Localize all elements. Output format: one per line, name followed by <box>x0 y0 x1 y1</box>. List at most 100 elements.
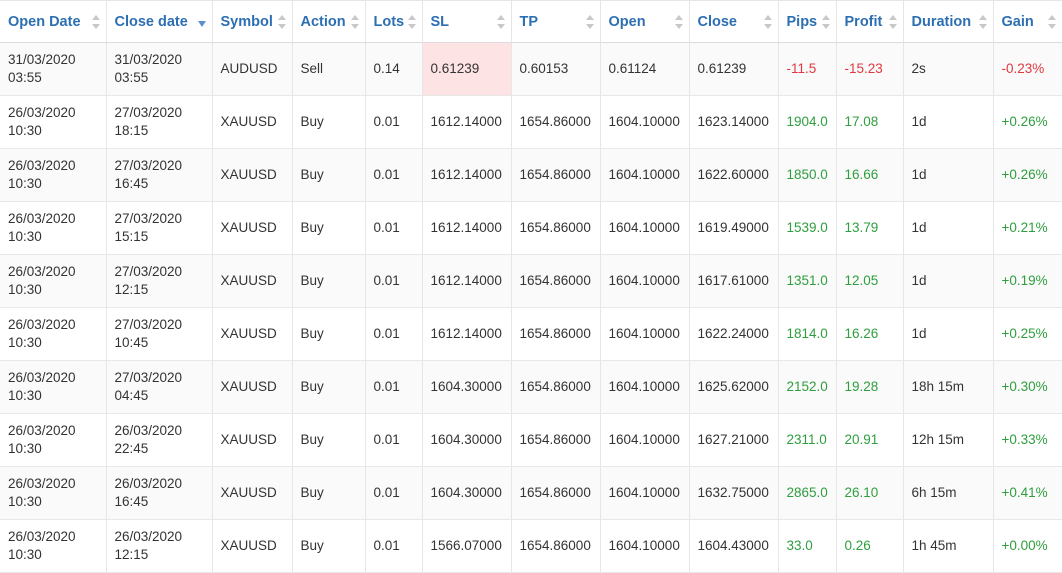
time-value: 10:30 <box>8 441 42 456</box>
pips-cell: 1814.0 <box>778 307 837 361</box>
sort-icon <box>763 14 772 29</box>
column-header-label: TP <box>519 13 539 30</box>
sort-icon <box>91 14 100 29</box>
profit-cell: 16.26 <box>836 307 904 361</box>
sl-cell: 1612.14000 <box>422 254 512 308</box>
open-price-cell: 1604.10000 <box>600 307 690 361</box>
profit-cell: 19.28 <box>836 360 904 414</box>
duration-cell: 1d <box>903 254 994 308</box>
symbol-cell: XAUUSD <box>212 201 293 255</box>
close-price-cell: 1617.61000 <box>689 254 779 308</box>
open-price-cell: 1604.10000 <box>600 466 690 520</box>
open-date-cell: 26/03/2020 10:30 <box>0 307 107 361</box>
date-value: 27/03/2020 <box>114 211 183 226</box>
table-row: 26/03/2020 10:30 27/03/2020 04:45 XAUUSD Buy 0… <box>0 360 1062 414</box>
date-value: 27/03/2020 <box>114 370 183 385</box>
close-price-cell: 1623.14000 <box>689 95 779 149</box>
duration-cell: 1d <box>903 148 994 202</box>
column-header-duration[interactable]: Duration <box>903 0 994 43</box>
trade-history-table: Open Date Close date Symbol Action Lots SL TP O… <box>0 0 1062 573</box>
symbol-cell: XAUUSD <box>212 360 293 414</box>
profit-cell: 17.08 <box>836 95 904 149</box>
column-header-label: Gain <box>1001 13 1034 30</box>
table-row: 26/03/2020 10:30 26/03/2020 16:45 XAUUSD Buy 0… <box>0 466 1062 520</box>
date-value: 27/03/2020 <box>114 105 183 120</box>
table-row: 26/03/2020 10:30 27/03/2020 12:15 XAUUSD Buy 0… <box>0 254 1062 308</box>
action-cell: Buy <box>292 254 366 308</box>
gain-cell: +0.26% <box>993 148 1062 202</box>
symbol-cell: AUDUSD <box>212 42 293 96</box>
gain-cell: +0.00% <box>993 519 1062 573</box>
profit-cell: 16.66 <box>836 148 904 202</box>
date-value: 26/03/2020 <box>8 317 76 332</box>
gain-cell: +0.33% <box>993 413 1062 467</box>
sl-cell: 1612.14000 <box>422 201 512 255</box>
close-price-cell: 1625.62000 <box>689 360 779 414</box>
sl-cell: 1604.30000 <box>422 466 512 520</box>
sort-icon <box>496 14 505 29</box>
profit-cell: 20.91 <box>836 413 904 467</box>
duration-cell: 12h 15m <box>903 413 994 467</box>
column-header-tp[interactable]: TP <box>511 0 601 43</box>
duration-cell: 1h 45m <box>903 519 994 573</box>
gain-cell: +0.41% <box>993 466 1062 520</box>
pips-cell: 1351.0 <box>778 254 837 308</box>
column-header-close-date[interactable]: Close date <box>106 0 213 43</box>
close-date-cell: 27/03/2020 16:45 <box>106 148 213 202</box>
date-value: 26/03/2020 <box>8 211 76 226</box>
column-header-symbol[interactable]: Symbol <box>212 0 293 43</box>
symbol-cell: XAUUSD <box>212 519 293 573</box>
open-price-cell: 1604.10000 <box>600 95 690 149</box>
action-cell: Buy <box>292 466 366 520</box>
time-value: 22:45 <box>114 441 149 456</box>
column-header-close[interactable]: Close <box>689 0 779 43</box>
date-value: 26/03/2020 <box>8 423 76 438</box>
sort-icon <box>1048 14 1056 29</box>
close-date-cell: 27/03/2020 18:15 <box>106 95 213 149</box>
symbol-cell: XAUUSD <box>212 413 293 467</box>
open-date-cell: 31/03/2020 03:55 <box>0 42 107 96</box>
column-header-sl[interactable]: SL <box>422 0 512 43</box>
column-header-label: Open Date <box>8 13 81 30</box>
time-value: 10:30 <box>8 335 42 350</box>
duration-cell: 18h 15m <box>903 360 994 414</box>
column-header-action[interactable]: Action <box>292 0 366 43</box>
date-value: 26/03/2020 <box>114 423 183 438</box>
tp-cell: 1654.86000 <box>511 201 601 255</box>
column-header-label: Close date <box>114 13 188 30</box>
sl-cell: 1604.30000 <box>422 413 512 467</box>
time-value: 10:30 <box>8 123 42 138</box>
tp-cell: 1654.86000 <box>511 95 601 149</box>
date-value: 31/03/2020 <box>8 52 76 67</box>
pips-cell: 2865.0 <box>778 466 837 520</box>
column-header-label: Lots <box>373 13 405 30</box>
date-value: 26/03/2020 <box>114 529 183 544</box>
column-header-pips[interactable]: Pips <box>778 0 837 43</box>
pips-cell: 1904.0 <box>778 95 837 149</box>
open-date-cell: 26/03/2020 10:30 <box>0 360 107 414</box>
gain-cell: +0.26% <box>993 95 1062 149</box>
lots-cell: 0.01 <box>365 360 423 414</box>
pips-cell: 1539.0 <box>778 201 837 255</box>
time-value: 10:30 <box>8 547 42 562</box>
time-value: 12:15 <box>114 547 149 562</box>
column-header-profit[interactable]: Profit <box>836 0 904 43</box>
open-price-cell: 0.61124 <box>600 42 690 96</box>
open-date-cell: 26/03/2020 10:30 <box>0 519 107 573</box>
column-header-lots[interactable]: Lots <box>365 0 423 43</box>
sort-icon <box>277 14 286 29</box>
symbol-cell: XAUUSD <box>212 148 293 202</box>
column-header-gain[interactable]: Gain <box>993 0 1062 43</box>
column-header-open[interactable]: Open <box>600 0 690 43</box>
sort-descending-icon <box>197 15 206 29</box>
close-price-cell: 1622.60000 <box>689 148 779 202</box>
time-value: 04:45 <box>114 388 149 403</box>
tp-cell: 1654.86000 <box>511 307 601 361</box>
profit-cell: 0.26 <box>836 519 904 573</box>
pips-cell: 1850.0 <box>778 148 837 202</box>
close-date-cell: 27/03/2020 10:45 <box>106 307 213 361</box>
column-header-open-date[interactable]: Open Date <box>0 0 107 43</box>
table-row: 26/03/2020 10:30 26/03/2020 22:45 XAUUSD Buy 0… <box>0 413 1062 467</box>
time-value: 03:55 <box>8 70 42 85</box>
sort-icon <box>978 14 987 29</box>
